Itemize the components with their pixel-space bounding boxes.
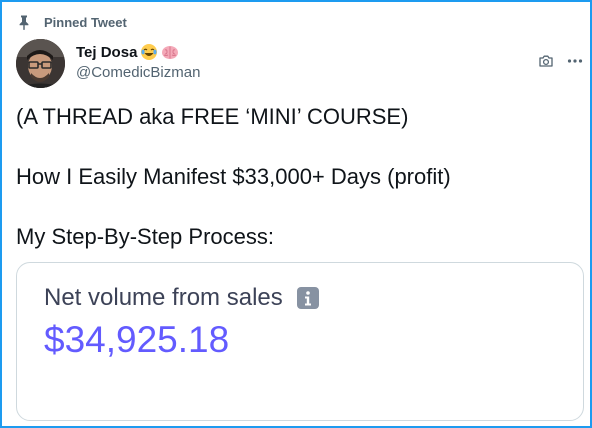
card-amount: $34,925.18 [44,319,230,360]
tweet-container: Pinned Tweet Tej Dosa @ComedicBizman (A … [0,0,592,428]
pinned-indicator: Pinned Tweet [16,14,127,30]
card-title: Net volume from sales [44,284,283,311]
pin-icon [19,15,29,30]
avatar[interactable] [16,39,65,88]
author-name-row[interactable]: Tej Dosa [76,43,179,61]
media-card[interactable]: Net volume from sales $34,925.18 [16,262,584,421]
tweet-text-line-3: My Step-By-Step Process: [16,224,274,249]
avatar-image [16,39,65,88]
author-handle[interactable]: @ComedicBizman [76,64,200,81]
laughing-tears-emoji-icon [141,44,158,60]
brain-emoji-icon [162,46,179,59]
card-title-row: Net volume from sales [44,284,319,312]
more-icon[interactable] [567,53,583,69]
tweet-text-line-2: How I Easily Manifest $33,000+ Days (pro… [16,164,451,189]
pinned-label: Pinned Tweet [44,14,127,30]
info-icon [296,287,319,309]
author-name[interactable]: Tej Dosa [76,44,137,61]
camera-icon[interactable] [538,53,554,69]
tweet-text-line-1: (A THREAD aka FREE ‘MINI’ COURSE) [16,104,409,129]
